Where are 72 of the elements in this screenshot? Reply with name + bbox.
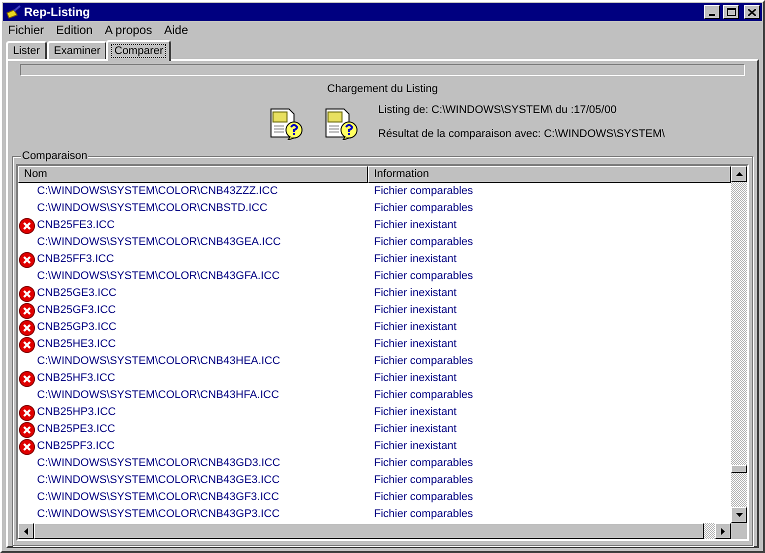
up-arrow-icon (736, 172, 742, 176)
tab[interactable]: Examiner (46, 40, 108, 58)
comparison-info: Fichier inexistant (373, 337, 457, 352)
document-question-icon[interactable] (325, 108, 358, 140)
comparison-info: Fichier inexistant (373, 218, 457, 234)
file-name: CNB25FF3.ICC (37, 252, 114, 268)
file-name: CNB25HP3.ICC (37, 405, 116, 420)
file-name: C:\WINDOWS\SYSTEM\COLOR\CNB43GE3.ICC (37, 473, 280, 488)
loading-title: Chargement du Listing (327, 82, 438, 96)
comparison-info: Fichier inexistant (373, 286, 457, 302)
window-title: Rep-Listing (24, 4, 91, 21)
scroll-down-button[interactable] (731, 507, 747, 523)
menu-item[interactable]: Edition (54, 21, 95, 40)
listing-info: Listing de: C:\WINDOWS\SYSTEM\ du :17/05/00 (378, 103, 618, 118)
close-icon (748, 8, 756, 16)
comparison-info: Fichier comparables (373, 235, 474, 250)
file-name: CNB25GE3.ICC (37, 286, 116, 302)
file-name: C:\WINDOWS\SYSTEM\COLOR\CNB43ZZZ.ICC (37, 184, 278, 200)
file-name: CNB25FE3.ICC (37, 218, 115, 234)
file-name: CNB25PE3.ICC (37, 422, 116, 438)
menu-item[interactable]: Aide (162, 21, 190, 40)
comparison-info: Fichier comparables (373, 388, 474, 404)
file-name: C:\WINDOWS\SYSTEM\COLOR\CNB43GP3.ICC (37, 507, 280, 522)
column-header[interactable]: Nom (18, 166, 368, 183)
right-arrow-icon (721, 528, 725, 534)
file-name: C:\WINDOWS\SYSTEM\COLOR\CNB43GF3.ICC (37, 490, 280, 506)
comparison-info: Fichier comparables (373, 490, 474, 506)
comparison-info: Fichier inexistant (373, 439, 457, 454)
scroll-right-button[interactable] (715, 523, 731, 539)
scrollbar-corner (731, 523, 747, 539)
file-name: C:\WINDOWS\SYSTEM\COLOR\CNB43GFA.ICC (37, 269, 280, 284)
scroll-left-button[interactable] (18, 523, 34, 539)
maximize-button[interactable] (723, 5, 739, 19)
comparison-info: Fichier inexistant (373, 422, 457, 438)
comparison-info: Résultat de la comparaison avec: C:\WINDOWS\SYSTEM\ (378, 126, 665, 142)
comparison-info: Fichier comparables (373, 354, 474, 370)
comparison-info: Fichier comparables (373, 201, 474, 216)
down-arrow-icon (736, 513, 742, 517)
tab[interactable]: Comparer (106, 40, 172, 60)
comparison-info: Fichier comparables (373, 456, 474, 472)
comparison-info: Fichier inexistant (373, 320, 457, 336)
file-name: C:\WINDOWS\SYSTEM\COLOR\CNB43HFA.ICC (37, 388, 280, 404)
comparison-info: Fichier inexistant (373, 303, 457, 318)
file-name: CNB25GP3.ICC (37, 320, 116, 336)
file-name: C:\WINDOWS\SYSTEM\COLOR\CNBSTD.ICC (37, 201, 268, 216)
close-button[interactable] (744, 5, 760, 19)
file-name: CNB25HF3.ICC (37, 371, 116, 386)
file-name: C:\WINDOWS\SYSTEM\COLOR\CNB43HEA.ICC (37, 354, 280, 370)
comparison-info: Fichier comparables (373, 507, 474, 522)
file-name: C:\WINDOWS\SYSTEM\COLOR\CNB43GEA.ICC (37, 235, 281, 250)
group-title: Comparaison (21, 150, 88, 163)
comparison-info: Fichier inexistant (373, 252, 457, 268)
left-arrow-icon (24, 528, 28, 534)
menu-item[interactable]: Fichier (6, 21, 46, 40)
file-name: C:\WINDOWS\SYSTEM\COLOR\CNB43GD3.ICC (37, 456, 280, 472)
comparison-info: Fichier inexistant (373, 405, 457, 420)
column-header[interactable]: Information (368, 166, 731, 183)
minimize-button[interactable] (704, 5, 720, 19)
file-name: CNB25PF3.ICC (37, 439, 115, 454)
document-question-icon[interactable] (270, 108, 304, 140)
menu-item[interactable]: A propos (102, 21, 154, 40)
tab[interactable]: Lister (6, 40, 47, 58)
scroll-up-button[interactable] (731, 166, 747, 182)
comparison-info: Fichier inexistant (373, 371, 457, 386)
file-name: CNB25GF3.ICC (37, 303, 116, 318)
comparison-info: Fichier comparables (373, 184, 474, 200)
comparison-info: Fichier comparables (373, 473, 474, 488)
vertical-scrollbar[interactable] (731, 166, 747, 523)
scroll-thumb[interactable] (731, 465, 747, 473)
comparison-info: Fichier comparables (373, 269, 474, 284)
file-name: CNB25HE3.ICC (37, 337, 116, 352)
broom-icon (5, 5, 21, 19)
